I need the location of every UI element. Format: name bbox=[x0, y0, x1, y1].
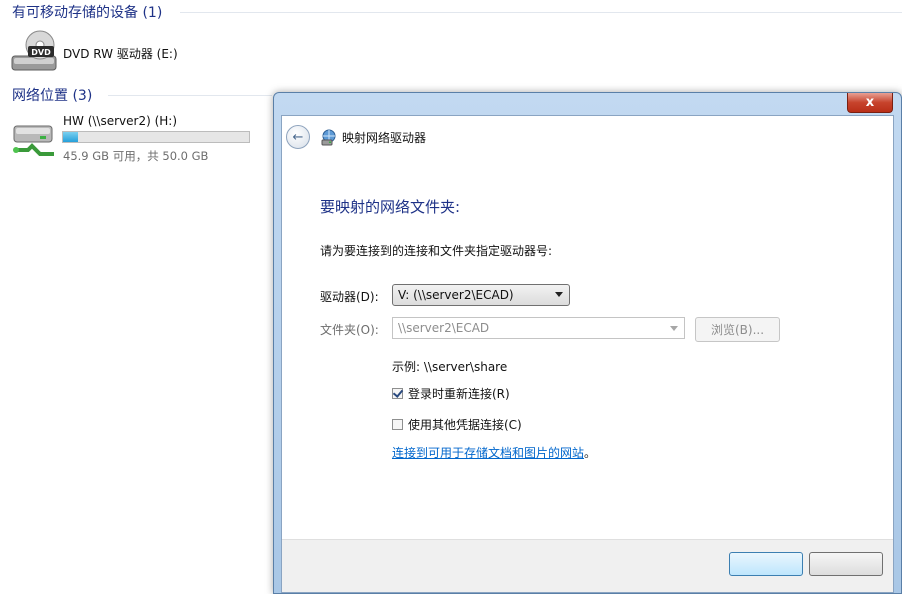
network-drive-item[interactable]: HW (\\server2) (H:) 45.9 GB 可用，共 50.0 GB bbox=[10, 110, 270, 166]
map-network-drive-dialog: x ← 映射网络驱动器 要映射的网络文件夹: 请为要连接到的连接和文件夹指定驱动… bbox=[273, 92, 902, 594]
other-credentials-label: 使用其他凭据连接(C) bbox=[408, 418, 522, 432]
drive-usage-bar bbox=[62, 131, 250, 143]
dialog-header: ← 映射网络驱动器 bbox=[282, 116, 893, 158]
folder-label: 文件夹(O): bbox=[320, 323, 379, 337]
close-button[interactable]: x bbox=[847, 93, 893, 113]
group-divider bbox=[108, 95, 272, 96]
dialog-body: ← 映射网络驱动器 要映射的网络文件夹: 请为要连接到的连接和文件夹指定驱动器号… bbox=[281, 115, 894, 593]
drive-letter-dropdown[interactable]: V: (\\server2\ECAD) bbox=[392, 284, 570, 306]
dialog-content: 要映射的网络文件夹: 请为要连接到的连接和文件夹指定驱动器号: 驱动器(D): … bbox=[282, 158, 893, 540]
close-icon: x bbox=[865, 95, 875, 110]
reconnect-label: 登录时重新连接(R) bbox=[408, 387, 510, 401]
group-divider bbox=[180, 12, 902, 13]
drive-label: 驱动器(D): bbox=[320, 290, 379, 304]
reconnect-checkbox[interactable] bbox=[392, 388, 403, 399]
dialog-footer bbox=[282, 539, 893, 592]
reconnect-checkbox-row[interactable]: 登录时重新连接(R) bbox=[392, 385, 510, 402]
removable-devices-group-header[interactable]: 有可移动存储的设备 (1) bbox=[12, 2, 162, 22]
network-locations-title: 网络位置 (3) bbox=[12, 88, 93, 104]
chevron-down-icon bbox=[670, 326, 678, 331]
back-arrow-icon: ← bbox=[292, 129, 304, 145]
network-drive-icon bbox=[13, 125, 54, 156]
drive-letter-value: V: (\\server2\ECAD) bbox=[398, 288, 514, 302]
website-link-row: 连接到可用于存储文档和图片的网站。 bbox=[392, 444, 596, 461]
network-drive-icon bbox=[321, 129, 336, 145]
folder-value: \\server2\ECAD bbox=[398, 321, 490, 335]
cancel-button[interactable] bbox=[809, 552, 883, 576]
dvd-drive-icon: DVD bbox=[11, 30, 57, 71]
dialog-title: 映射网络驱动器 bbox=[342, 130, 427, 145]
dvd-drive-item[interactable]: DVD DVD RW 驱动器 (E:) bbox=[10, 28, 270, 78]
chevron-down-icon bbox=[555, 292, 563, 297]
instruction-text: 请为要连接到的连接和文件夹指定驱动器号: bbox=[320, 244, 553, 258]
example-text: 示例: \\server\share bbox=[392, 360, 508, 374]
network-locations-group-header[interactable]: 网络位置 (3) bbox=[12, 85, 92, 105]
folder-input[interactable]: \\server2\ECAD bbox=[392, 317, 685, 339]
network-drive-space: 45.9 GB 可用，共 50.0 GB bbox=[63, 149, 209, 163]
network-drive-name: HW (\\server2) (H:) bbox=[63, 114, 178, 128]
dvd-icon-label: DVD bbox=[31, 48, 51, 57]
removable-devices-title: 有可移动存储的设备 (1) bbox=[12, 5, 163, 21]
other-credentials-checkbox[interactable] bbox=[392, 419, 403, 430]
link-suffix: 。 bbox=[584, 446, 597, 460]
drive-usage-fill bbox=[63, 132, 79, 142]
finish-button[interactable] bbox=[729, 552, 803, 576]
website-link[interactable]: 连接到可用于存储文档和图片的网站 bbox=[392, 446, 584, 460]
back-button[interactable]: ← bbox=[286, 125, 310, 149]
browse-button[interactable]: 浏览(B)... bbox=[695, 317, 780, 342]
section-heading: 要映射的网络文件夹: bbox=[320, 198, 461, 216]
dvd-drive-name: DVD RW 驱动器 (E:) bbox=[63, 47, 178, 61]
other-credentials-checkbox-row[interactable]: 使用其他凭据连接(C) bbox=[392, 416, 522, 433]
